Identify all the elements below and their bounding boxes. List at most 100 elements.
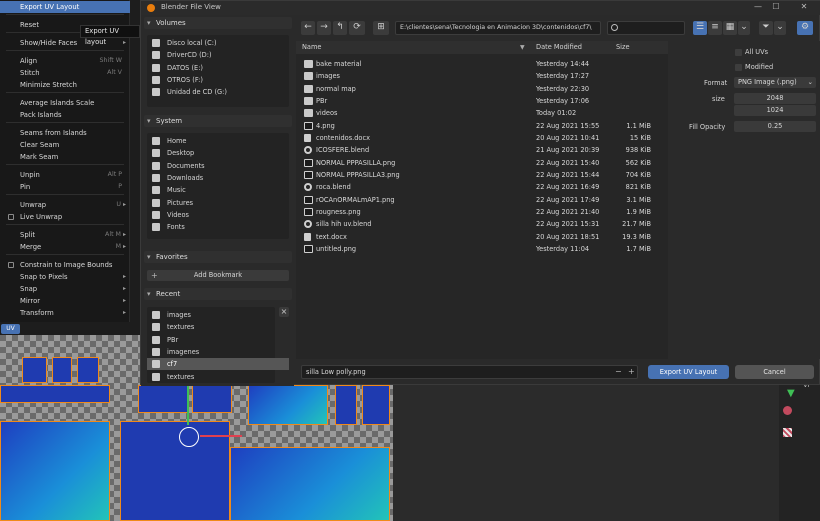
column-size[interactable]: Size bbox=[616, 41, 630, 54]
search-input[interactable] bbox=[607, 21, 685, 35]
file-row-videos[interactable]: videos Today 01:02 bbox=[296, 107, 668, 119]
menu-item-export-uv-layout[interactable]: Export UV Layout bbox=[0, 1, 130, 13]
file-row-silla-hih-uv-blend[interactable]: silla hih uv.blend 22 Aug 2021 15:31 21.7 … bbox=[296, 218, 668, 230]
fill-opacity-field[interactable]: 0.25 bbox=[734, 121, 816, 132]
horizontal-list-view-icon[interactable]: ≡ bbox=[708, 21, 722, 35]
refresh-button[interactable]: ⟳ bbox=[349, 21, 365, 35]
menu-item-merge[interactable]: Merge M ▸ bbox=[0, 241, 130, 253]
move-gizmo-icon[interactable]: ▼ bbox=[787, 388, 795, 399]
menu-item-minimize-stretch[interactable]: Minimize Stretch bbox=[0, 79, 130, 91]
menu-item-seams-from-islands[interactable]: Seams from Islands bbox=[0, 127, 130, 139]
thumbnail-view-icon[interactable]: ▦ bbox=[723, 21, 737, 35]
file-row-4-png[interactable]: 4.png 22 Aug 2021 15:55 1.1 MiB bbox=[296, 120, 668, 132]
modified-checkbox[interactable] bbox=[735, 64, 742, 71]
file-row-roca-blend[interactable]: roca.blend 22 Aug 2021 16:49 821 KiB bbox=[296, 181, 668, 193]
size-y-field[interactable]: 1024 bbox=[734, 105, 816, 116]
system-item-home[interactable]: Home bbox=[147, 135, 289, 147]
close-button[interactable]: ✕ bbox=[797, 2, 811, 11]
menu-item-unpin[interactable]: Unpin Alt P bbox=[0, 169, 130, 181]
menu-item-mark-seam[interactable]: Mark Seam bbox=[0, 151, 130, 163]
all-uvs-checkbox[interactable] bbox=[735, 49, 742, 56]
file-row-text-docx[interactable]: text.docx 20 Aug 2021 18:51 19.3 MiB bbox=[296, 231, 668, 243]
sort-arrow-icon[interactable]: ▼ bbox=[520, 41, 525, 54]
system-item-pictures[interactable]: Pictures bbox=[147, 197, 289, 209]
panel-header-favorites[interactable]: Favorites bbox=[144, 251, 292, 263]
size-x-field[interactable]: 2048 bbox=[734, 93, 816, 104]
file-row-rocanormalmap1-png[interactable]: rOCAnORMALmAP1.png 22 Aug 2021 17:49 3.1 M… bbox=[296, 194, 668, 206]
file-row-bake-material[interactable]: bake material Yesterday 14:44 bbox=[296, 58, 668, 70]
recent-item-textures[interactable]: textures bbox=[147, 321, 289, 333]
menu-item-transform[interactable]: Transform ▸ bbox=[0, 307, 130, 319]
maximize-button[interactable]: ☐ bbox=[769, 2, 783, 11]
file-row-contenidos-docx[interactable]: contenidos.docx 20 Aug 2021 10:41 15 KiB bbox=[296, 132, 668, 144]
menu-item-split[interactable]: Split Alt M ▸ bbox=[0, 229, 130, 241]
recent-item-pbr[interactable]: PBr bbox=[147, 334, 289, 346]
checkbox-icon[interactable] bbox=[8, 214, 14, 220]
file-row-icosfere-blend[interactable]: ICOSFERE.blend 21 Aug 2021 20:39 938 KiB bbox=[296, 144, 668, 156]
menu-item-mirror[interactable]: Mirror ▸ bbox=[0, 295, 130, 307]
vertical-list-view-icon[interactable]: ☰ bbox=[693, 21, 707, 35]
add-bookmark-button[interactable]: + Add Bookmark bbox=[147, 270, 289, 281]
remove-recent-icon[interactable]: × bbox=[279, 307, 289, 317]
panel-header-recent[interactable]: Recent bbox=[144, 288, 292, 300]
cancel-button[interactable]: Cancel bbox=[735, 365, 814, 379]
file-row-untitled-png[interactable]: untitled.png Yesterday 11:04 1.7 MiB bbox=[296, 243, 668, 255]
filename-input[interactable]: silla Low polly.png − + bbox=[301, 365, 638, 379]
gear-icon[interactable]: ⚙ bbox=[797, 21, 813, 35]
volume-otros-f[interactable]: OTROS (F:) bbox=[147, 74, 289, 86]
menu-item-average-islands-scale[interactable]: Average Islands Scale bbox=[0, 97, 130, 109]
system-item-downloads[interactable]: Downloads bbox=[147, 172, 289, 184]
recent-item-images[interactable]: images bbox=[147, 309, 289, 321]
back-button[interactable]: ← bbox=[301, 21, 315, 35]
forward-button[interactable]: → bbox=[317, 21, 331, 35]
file-row-normal-pppasilla3-png[interactable]: NORMAL PPPASILLA3.png 22 Aug 2021 15:44 70… bbox=[296, 169, 668, 181]
system-item-desktop[interactable]: Desktop bbox=[147, 147, 289, 159]
file-row-normal-pppasilla-png[interactable]: NORMAL PPPASILLA.png 22 Aug 2021 15:40 562… bbox=[296, 157, 668, 169]
menu-item-snap[interactable]: Snap ▸ bbox=[0, 283, 130, 295]
column-name[interactable]: Name bbox=[302, 41, 321, 54]
material-icon[interactable] bbox=[783, 406, 792, 415]
system-item-videos[interactable]: Videos bbox=[147, 209, 289, 221]
menu-item-constrain-to-image-bounds[interactable]: Constrain to Image Bounds bbox=[0, 259, 130, 271]
recent-item-imagenes[interactable]: imagenes bbox=[147, 346, 289, 358]
file-row-rougness-png[interactable]: rougness.png 22 Aug 2021 21:40 1.9 MiB bbox=[296, 206, 668, 218]
path-field[interactable]: E:\clientes\sena\Tecnologia en Animacion… bbox=[395, 21, 601, 35]
recent-item-textures[interactable]: textures bbox=[147, 371, 289, 383]
texture-icon[interactable] bbox=[783, 428, 792, 437]
minimize-button[interactable]: — bbox=[751, 2, 765, 11]
new-folder-button[interactable]: ⊞ bbox=[373, 21, 389, 35]
file-row-normal-map[interactable]: normal map Yesterday 22:30 bbox=[296, 83, 668, 95]
volume-unidad-de-cd-g[interactable]: Unidad de CD (G:) bbox=[147, 86, 289, 98]
system-item-documents[interactable]: Documents bbox=[147, 160, 289, 172]
menu-item-align[interactable]: Align Shift W bbox=[0, 55, 130, 67]
menu-item-live-unwrap[interactable]: Live Unwrap bbox=[0, 211, 130, 223]
menu-item-show-hide-faces[interactable]: Show/Hide Faces ▸ bbox=[0, 37, 130, 49]
volume-drivercd-d[interactable]: DriverCD (D:) bbox=[147, 49, 289, 61]
file-row-pbr[interactable]: PBr Yesterday 17:06 bbox=[296, 95, 668, 107]
menu-item-snap-to-pixels[interactable]: Snap to Pixels ▸ bbox=[0, 271, 130, 283]
file-row-images[interactable]: images Yesterday 17:27 bbox=[296, 70, 668, 82]
increment-filename-button[interactable]: + bbox=[628, 366, 635, 378]
panel-header-volumes[interactable]: Volumes bbox=[144, 17, 292, 29]
panel-header-system[interactable]: System bbox=[144, 115, 292, 127]
format-dropdown[interactable]: PNG Image (.png) ⌄ bbox=[734, 77, 816, 88]
decrement-filename-button[interactable]: − bbox=[615, 366, 622, 378]
parent-directory-button[interactable]: ↰ bbox=[333, 21, 347, 35]
checkbox-icon[interactable] bbox=[8, 262, 14, 268]
system-item-music[interactable]: Music bbox=[147, 184, 289, 196]
uv-editor-tab[interactable]: UV bbox=[1, 324, 20, 334]
filter-settings-chevron-icon[interactable]: ⌄ bbox=[774, 21, 786, 35]
display-settings-chevron-icon[interactable]: ⌄ bbox=[738, 21, 750, 35]
system-item-fonts[interactable]: Fonts bbox=[147, 221, 289, 233]
menu-item-pack-islands[interactable]: Pack Islands bbox=[0, 109, 130, 121]
menu-item-clear-seam[interactable]: Clear Seam bbox=[0, 139, 130, 151]
menu-item-pin[interactable]: Pin P bbox=[0, 181, 130, 193]
export-uv-layout-button[interactable]: Export UV Layout bbox=[648, 365, 729, 379]
volume-datos-e[interactable]: DATOS (E:) bbox=[147, 62, 289, 74]
recent-item-cf7[interactable]: cf7 bbox=[147, 358, 289, 371]
menu-item-stitch[interactable]: Stitch Alt V bbox=[0, 67, 130, 79]
menu-item-unwrap[interactable]: Unwrap U ▸ bbox=[0, 199, 130, 211]
column-date-modified[interactable]: Date Modified bbox=[536, 41, 582, 54]
volume-disco-local-c[interactable]: Disco local (C:) bbox=[147, 37, 289, 49]
filter-icon[interactable]: ⏷ bbox=[759, 21, 773, 35]
